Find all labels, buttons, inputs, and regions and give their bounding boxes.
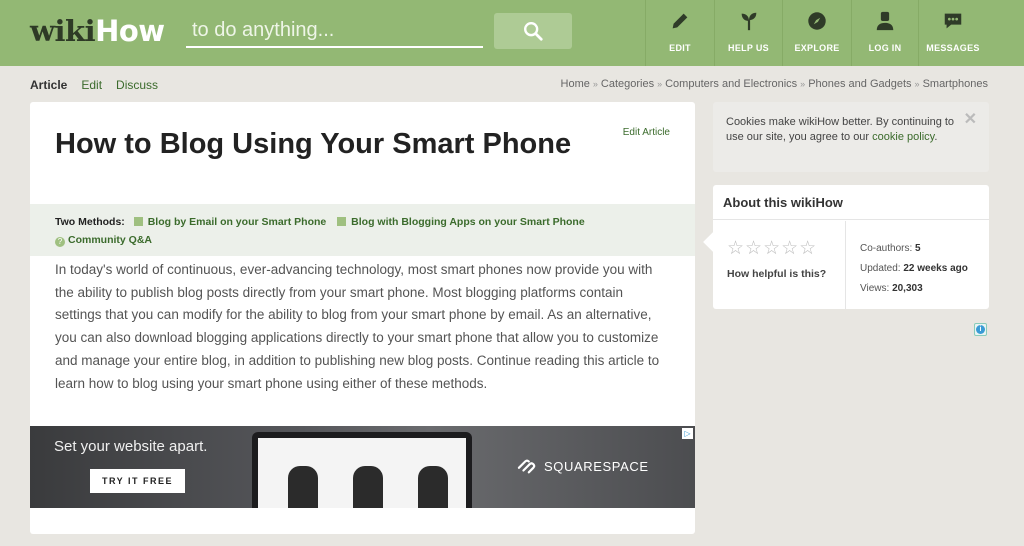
ad-model-figure	[353, 466, 383, 508]
question-icon: ?	[55, 237, 65, 247]
method-bullet-icon	[337, 217, 347, 226]
methods-label: Two Methods:	[55, 216, 125, 228]
squarespace-brand: SQUARESPACE	[516, 457, 649, 475]
breadcrumb-separator: »	[914, 79, 920, 89]
breadcrumb-separator: »	[657, 79, 663, 89]
ad-brand-name: SQUARESPACE	[544, 458, 649, 474]
pencil-icon	[672, 13, 688, 29]
article-intro: In today's world of continuous, ever-adv…	[55, 262, 660, 391]
breadcrumb: Home» Categories» Computers and Electronic…	[561, 78, 988, 90]
page-title: How to Blog Using Your Smart Phone	[55, 128, 572, 160]
cookie-text-end: .	[934, 131, 938, 143]
article-card: Edit Article How to Blog Using Your Smar…	[30, 102, 695, 534]
site-header: wikiHow EDIT HELP US EXPLORE LOG IN MESS…	[0, 0, 1024, 66]
star-rating[interactable]: ☆☆☆☆☆	[727, 237, 817, 260]
adchoices-icon[interactable]: ▷	[682, 428, 693, 439]
ad-headline: Set your website apart.	[54, 438, 208, 455]
ad-cta-button[interactable]: TRY IT FREE	[90, 469, 185, 493]
close-icon[interactable]: ✕	[964, 112, 977, 128]
method-link-2[interactable]: Blog with Blogging Apps on your Smart Ph…	[351, 216, 585, 228]
updated-row: Updated: 22 weeks ago	[860, 263, 968, 274]
rating-notch	[703, 232, 723, 252]
search-button[interactable]	[494, 13, 572, 49]
about-title: About this wikiHow	[713, 185, 989, 220]
chat-icon	[944, 13, 962, 29]
nav-explore[interactable]: EXPLORE	[782, 0, 851, 66]
breadcrumb-separator: »	[592, 79, 598, 89]
squarespace-ad[interactable]: Set your website apart. TRY IT FREE SQUA…	[30, 426, 695, 508]
sprout-icon	[741, 12, 756, 31]
top-nav: EDIT HELP US EXPLORE LOG IN MESSAGES	[645, 0, 987, 66]
ad-model-figure	[418, 466, 448, 508]
breadcrumb-separator: »	[800, 79, 806, 89]
breadcrumb-home[interactable]: Home	[561, 78, 590, 90]
breadcrumb-computers[interactable]: Computers and Electronics	[665, 78, 797, 90]
nav-edit[interactable]: EDIT	[645, 0, 714, 66]
ad-laptop-image	[252, 432, 472, 508]
tab-edit[interactable]: Edit	[81, 78, 102, 92]
edit-article-link[interactable]: Edit Article	[623, 127, 670, 138]
method-bullet-icon	[133, 217, 143, 226]
methods-bar: Two Methods: Blog by Email on your Smart…	[30, 204, 695, 256]
search-input[interactable]	[186, 14, 483, 48]
rating-panel: ☆☆☆☆☆ How helpful is this?	[703, 221, 846, 309]
coauthors-row: Co-authors: 5	[860, 243, 921, 254]
breadcrumb-smartphones[interactable]: Smartphones	[923, 78, 988, 90]
nav-help-us[interactable]: HELP US	[714, 0, 782, 66]
cookie-policy-link[interactable]: cookie policy	[872, 131, 934, 143]
nav-log-in[interactable]: LOG IN	[851, 0, 918, 66]
compass-icon	[808, 12, 826, 30]
cookie-notice: Cookies make wikiHow better. By continui…	[713, 102, 989, 172]
user-icon	[876, 11, 894, 31]
ad-laptop-screen	[258, 438, 466, 508]
article-tabs: Article Edit Discuss	[30, 78, 158, 92]
breadcrumb-phones[interactable]: Phones and Gadgets	[808, 78, 911, 90]
wikihow-logo[interactable]: wikiHow	[30, 14, 165, 48]
ad-model-figure	[288, 466, 318, 508]
article-stats: Co-authors: 5 Updated: 22 weeks ago View…	[860, 239, 968, 299]
breadcrumb-categories[interactable]: Categories	[601, 78, 654, 90]
search-icon	[524, 22, 543, 41]
about-box: About this wikiHow ☆☆☆☆☆ How helpful is …	[703, 185, 989, 309]
squarespace-logo-icon	[517, 459, 536, 474]
nav-messages[interactable]: MESSAGES	[918, 0, 987, 66]
tab-discuss[interactable]: Discuss	[116, 78, 158, 92]
info-icon[interactable]: i	[974, 323, 987, 336]
views-row: Views: 20,303	[860, 283, 923, 294]
method-link-1[interactable]: Blog by Email on your Smart Phone	[148, 216, 327, 228]
community-qa-link[interactable]: Community Q&A	[68, 234, 152, 246]
helpful-label: How helpful is this?	[727, 268, 827, 280]
tab-article[interactable]: Article	[30, 78, 67, 92]
